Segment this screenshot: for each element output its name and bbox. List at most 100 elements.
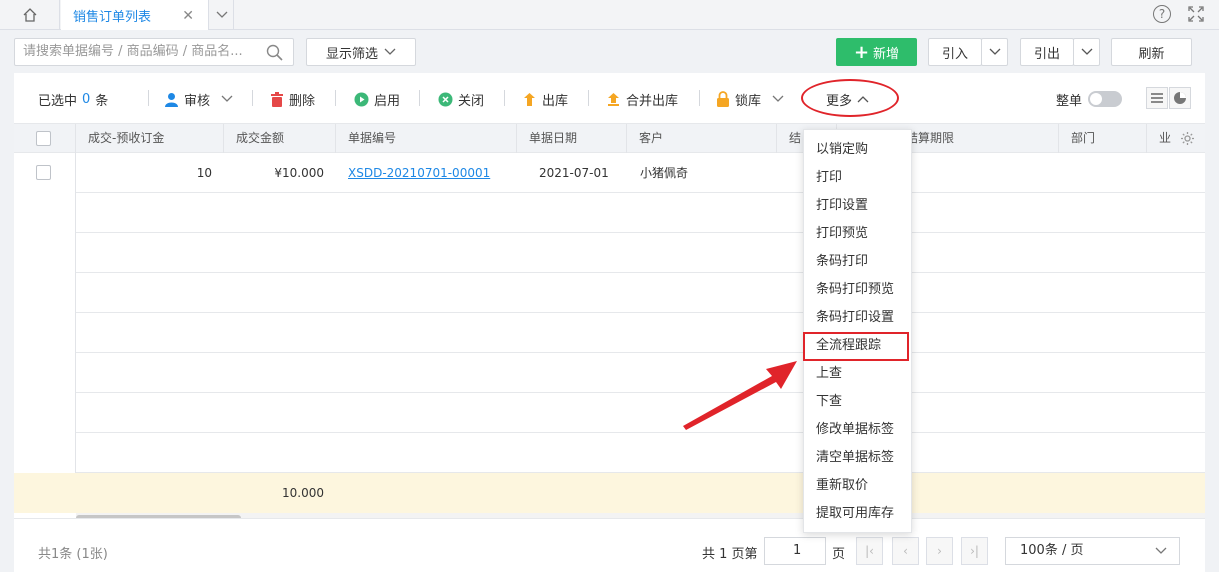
menu-item-print-preview[interactable]: 打印预览	[804, 220, 911, 248]
outbound-button[interactable]: 出库	[522, 89, 568, 109]
show-filter-button[interactable]: 显示筛选	[306, 38, 416, 66]
header-select-cell	[14, 124, 76, 153]
lock-stock-button[interactable]: 锁库	[716, 89, 784, 109]
import-button[interactable]: 引入	[928, 38, 982, 66]
column-header[interactable]: 结算期限	[894, 124, 1059, 153]
row-checkbox[interactable]	[36, 165, 51, 180]
export-dropdown-button[interactable]	[1073, 38, 1100, 66]
customer-cell: 小猪佩奇	[640, 166, 689, 180]
whole-order-label: 整单	[1056, 93, 1083, 109]
pages-prefix: 共 1 页第	[702, 547, 758, 562]
audit-button[interactable]: 审核	[164, 89, 233, 109]
close-icon[interactable]: ✕	[182, 8, 194, 24]
column-header[interactable]: 客户	[627, 124, 777, 153]
delete-label: 删除	[289, 93, 316, 109]
refresh-button[interactable]: 刷新	[1111, 38, 1192, 66]
table-row[interactable]: 10 ¥10.000 XSDD-20210701-00001 2021-07-0…	[14, 153, 1205, 193]
divider	[419, 90, 420, 106]
chevron-down-icon	[772, 95, 784, 102]
table-row	[14, 433, 1205, 473]
order-number-link[interactable]: XSDD-20210701-00001	[348, 153, 490, 193]
last-page-button[interactable]: ›|	[961, 537, 988, 565]
close-label: 关闭	[458, 93, 485, 109]
add-label: 新增	[873, 46, 900, 62]
menu-item-reprice[interactable]: 重新取价	[804, 472, 911, 500]
divider	[699, 90, 700, 106]
column-header[interactable]: 单据编号	[336, 124, 517, 153]
column-header[interactable]: 部门	[1059, 124, 1147, 153]
tab-sales-order-list[interactable]: 销售订单列表 ✕	[61, 0, 209, 30]
annotation-highlight-box	[803, 332, 909, 361]
home-button[interactable]	[0, 0, 60, 30]
column-header[interactable]: 成交-预收订金	[76, 124, 224, 153]
menu-item-barcode-print[interactable]: 条码打印	[804, 248, 911, 276]
search-row: 请搜索单据编号 / 商品编码 / 商品名... 显示筛选 + 新增 引入 引出 …	[0, 30, 1219, 73]
column-header[interactable]: 成交金额	[224, 124, 336, 153]
page-suffix: 页	[832, 547, 846, 562]
enable-button[interactable]: 启用	[354, 89, 400, 109]
menu-item-barcode-print-settings[interactable]: 条码打印设置	[804, 304, 911, 332]
menu-item-clear-tags[interactable]: 清空单据标签	[804, 444, 911, 472]
import-dropdown-button[interactable]	[981, 38, 1008, 66]
merge-outbound-icon	[608, 92, 619, 106]
row-select-cell	[14, 193, 76, 233]
gear-icon[interactable]	[1180, 131, 1195, 146]
import-label: 引入	[941, 46, 968, 62]
deposit-cell: 10	[196, 166, 212, 180]
select-all-checkbox[interactable]	[36, 131, 51, 146]
row-select-cell	[14, 433, 76, 473]
page-size-select[interactable]: 100条 / 页	[1005, 537, 1180, 565]
outbound-label: 出库	[542, 93, 569, 109]
chart-view-button[interactable]	[1169, 87, 1191, 109]
order-number[interactable]: XSDD-20210701-00001	[348, 166, 490, 180]
prev-page-icon: ‹	[903, 544, 908, 558]
next-page-button[interactable]: ›	[926, 537, 953, 565]
export-button[interactable]: 引出	[1020, 38, 1074, 66]
menu-item-print[interactable]: 打印	[804, 164, 911, 192]
plus-icon: +	[853, 41, 870, 63]
table-row	[14, 393, 1205, 433]
add-button[interactable]: + 新增	[836, 38, 917, 66]
help-icon[interactable]: ?	[1153, 5, 1171, 23]
page-number-input[interactable]: 1	[764, 537, 826, 565]
chevron-down-icon	[989, 48, 1000, 55]
pie-chart-icon	[1174, 92, 1186, 104]
audit-label: 审核	[184, 93, 211, 109]
toggle-knob	[1090, 93, 1102, 105]
first-page-button[interactable]: |‹	[856, 537, 883, 565]
play-icon	[354, 92, 369, 106]
prev-page-button[interactable]: ‹	[892, 537, 919, 565]
lock-stock-label: 锁库	[735, 93, 762, 109]
tab-bar: 销售订单列表 ✕ ?	[0, 0, 1219, 30]
pagination-footer: 共1条 (1张) 共 1 页第 1 页 |‹ ‹ › ›| 100条 / 页	[14, 518, 1205, 572]
row-select-cell	[14, 313, 76, 353]
page-size-value: 100条 / 页	[1020, 543, 1084, 558]
next-page-icon: ›	[937, 544, 942, 558]
selected-count-text: 已选中 0 条	[38, 89, 108, 109]
divider	[148, 90, 149, 106]
menu-item-query-up[interactable]: 上查	[804, 360, 911, 388]
selected-count: 0	[82, 91, 91, 107]
search-icon[interactable]	[266, 44, 283, 61]
fullscreen-icon[interactable]	[1187, 5, 1205, 23]
column-header[interactable]: 单据日期	[517, 124, 627, 153]
last-page-icon: ›|	[970, 544, 979, 558]
whole-order-toggle[interactable]	[1088, 91, 1122, 107]
menu-item-print-settings[interactable]: 打印设置	[804, 192, 911, 220]
row-select-cell	[14, 353, 76, 393]
more-dropdown-menu: 以销定购 打印 打印设置 打印预览 条码打印 条码打印预览 条码打印设置 全流程…	[803, 129, 912, 533]
list-view-button[interactable]	[1146, 87, 1168, 109]
menu-item-query-down[interactable]: 下查	[804, 388, 911, 416]
divider	[335, 90, 336, 106]
delete-button[interactable]: 删除	[270, 89, 315, 109]
menu-item-barcode-print-preview[interactable]: 条码打印预览	[804, 276, 911, 304]
merge-outbound-button[interactable]: 合并出库	[606, 89, 678, 109]
tab-list-dropdown[interactable]	[210, 0, 234, 30]
menu-item-sales-based-purchase[interactable]: 以销定购	[804, 136, 911, 164]
menu-item-edit-tags[interactable]: 修改单据标签	[804, 416, 911, 444]
menu-item-fetch-available-stock[interactable]: 提取可用库存	[804, 500, 911, 528]
column-header[interactable]: 业	[1147, 124, 1177, 153]
list-icon	[1151, 93, 1163, 103]
close-order-button[interactable]: 关闭	[438, 89, 484, 109]
search-input[interactable]: 请搜索单据编号 / 商品编码 / 商品名...	[14, 38, 294, 66]
